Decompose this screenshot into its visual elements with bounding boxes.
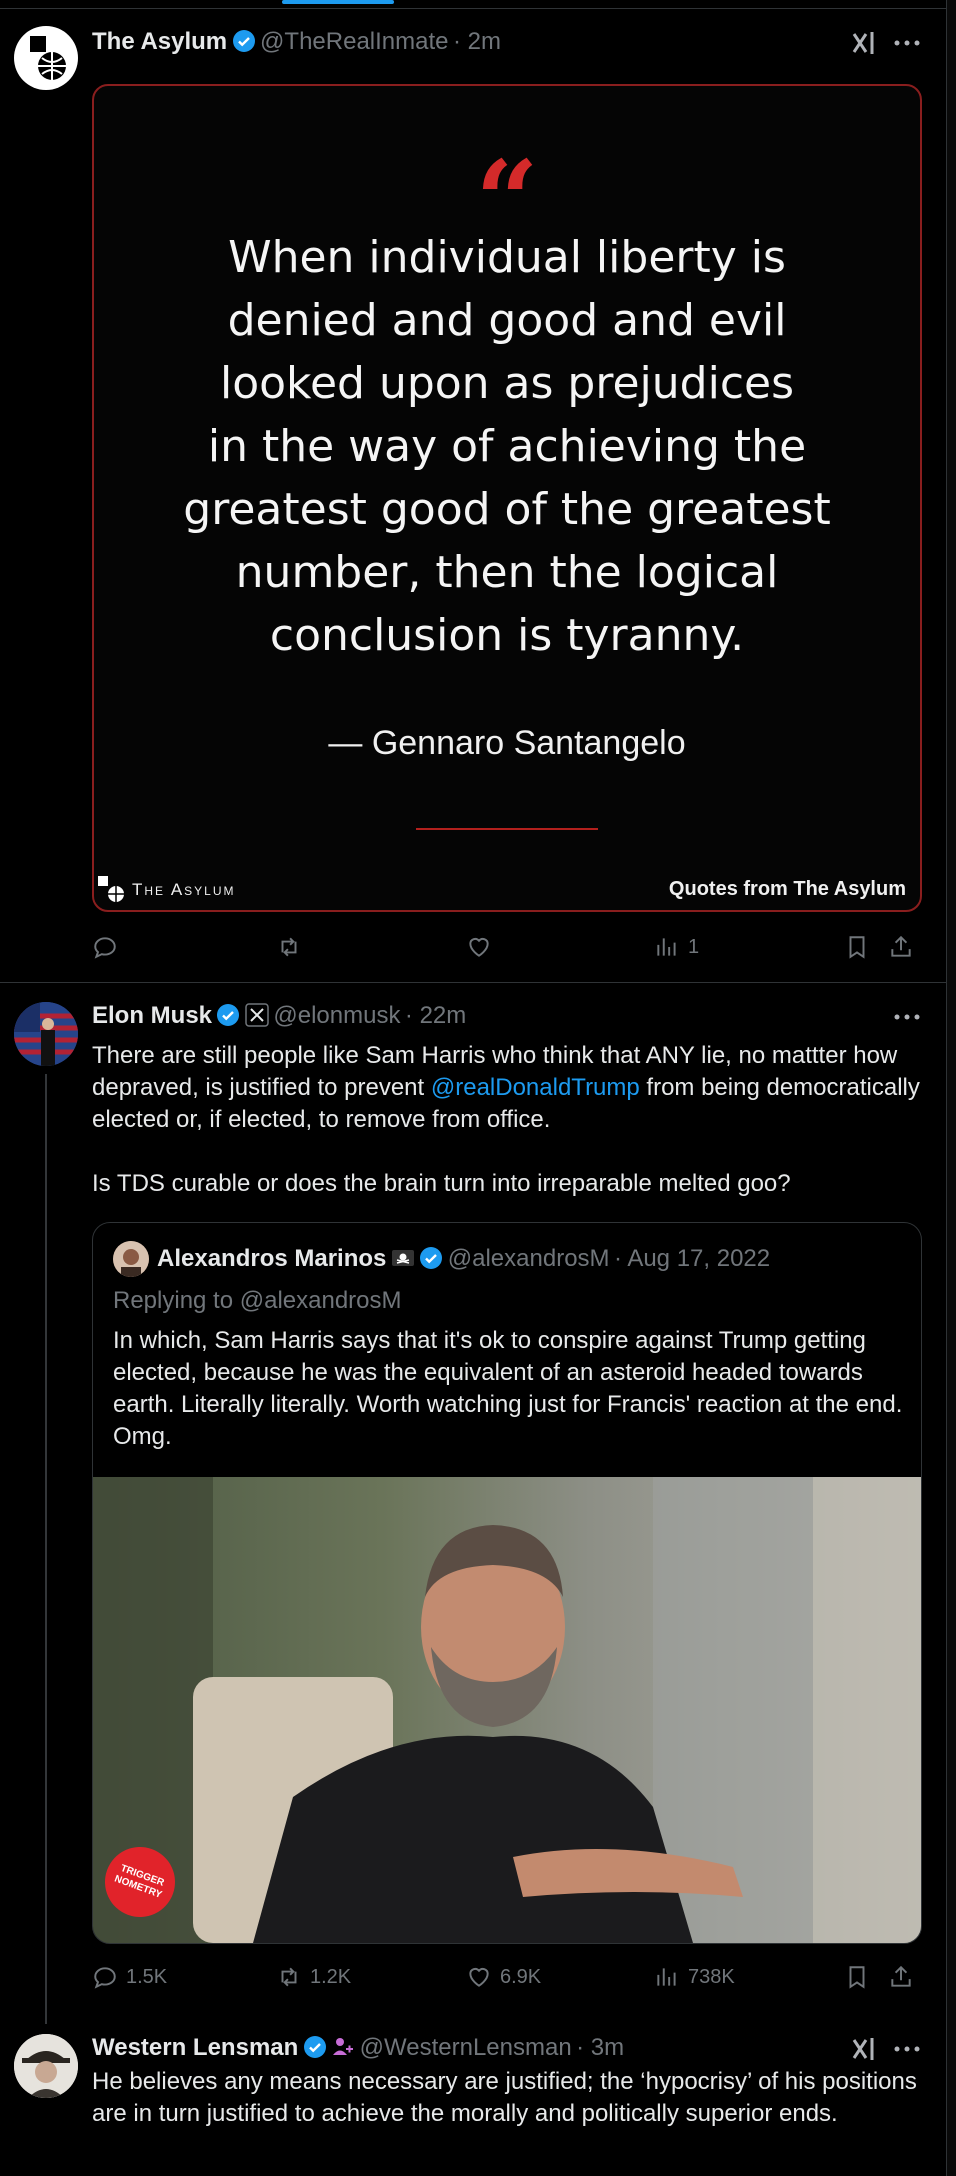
more-options-icon[interactable] — [892, 30, 922, 56]
badge-text: TRIGGER NOMETRY — [112, 1862, 166, 1901]
action-bar: 1 — [92, 934, 922, 964]
author-name[interactable]: The Asylum — [92, 28, 227, 55]
timestamp[interactable]: · 3m — [576, 2034, 624, 2061]
asylum-logo-icon — [30, 36, 66, 80]
tweet-text: He believes any means necessary are just… — [92, 2068, 917, 2127]
reply-icon — [94, 937, 116, 959]
reply-icon — [94, 1967, 116, 1989]
alexandros-avatar-icon — [113, 1241, 149, 1277]
avatar[interactable] — [113, 1241, 149, 1277]
author-handle[interactable]: @WesternLensman — [360, 2034, 572, 2061]
grok-icon[interactable] — [850, 28, 880, 58]
views-button[interactable]: 1 — [654, 934, 699, 960]
views-button[interactable]: 738K — [654, 1964, 735, 1990]
action-bar: 1.5K 1.2K 6.9K 738K — [92, 1964, 922, 1994]
brand-footer: Quotes from The Asylum — [668, 878, 906, 900]
brand-name: The Asylum — [132, 880, 236, 899]
heart-icon — [469, 937, 489, 957]
avatar[interactable] — [14, 26, 78, 90]
quote-text: When individual liberty is denied and go… — [134, 226, 880, 667]
author-name[interactable]: Elon Musk — [92, 1002, 212, 1029]
quote-author: — Gennaro Santangelo — [328, 724, 686, 762]
views-icon — [657, 1968, 676, 1986]
like-count: 6.9K — [500, 1965, 542, 1988]
quoted-author-name: Alexandros Marinos — [157, 1245, 387, 1272]
timestamp[interactable]: · 2m — [453, 28, 501, 55]
avatar[interactable] — [14, 1002, 78, 1066]
bookmark-button[interactable] — [844, 934, 870, 960]
timestamp[interactable]: · 22m — [405, 1002, 466, 1029]
quoted-text: In which, Sam Harris says that it's ok t… — [113, 1327, 903, 1450]
active-tab-indicator — [282, 0, 394, 4]
share-button[interactable] — [888, 1964, 914, 1990]
author-handle[interactable]: @elonmusk — [273, 1002, 400, 1029]
reply-count: 1.5K — [126, 1965, 168, 1988]
bookmark-icon — [849, 1966, 865, 1989]
quote-line: looked upon as prejudices — [219, 358, 795, 409]
verified-badge-icon — [303, 2036, 326, 2058]
x-affiliate-badge-icon — [245, 1003, 269, 1027]
views-count: 738K — [688, 1965, 735, 1988]
reply-button[interactable] — [92, 934, 118, 960]
views-count: 1 — [688, 935, 700, 958]
more-options-icon[interactable] — [892, 1004, 922, 1030]
verified-badge-icon — [217, 1004, 240, 1026]
quote-line: denied and good and evil — [227, 295, 787, 346]
replying-to: Replying to @alexandrosM — [113, 1287, 402, 1314]
tweet-header: The Asylum @TheRealInmate · 2m — [92, 28, 501, 56]
quoted-author-handle: @alexandrosM — [447, 1245, 610, 1272]
quoted-timestamp: · Aug 17, 2022 — [613, 1245, 771, 1272]
quoted-header: Alexandros Marinos @alexandrosM · Aug 17… — [157, 1245, 770, 1273]
video-thumbnail[interactable]: TRIGGER NOMETRY — [93, 1477, 921, 1943]
tweet-text: Is TDS curable or does the brain turn in… — [92, 1170, 791, 1197]
quoted-tweet[interactable]: Alexandros Marinos @alexandrosM · Aug 17… — [92, 1222, 922, 1944]
repost-button[interactable]: 1.2K — [276, 1964, 351, 1990]
author-handle[interactable]: @TheRealInmate — [260, 28, 448, 55]
grok-icon[interactable] — [850, 2034, 880, 2064]
tweet-header: Elon Musk @elonmusk · 22m — [92, 1002, 466, 1030]
author-name[interactable]: Western Lensman — [92, 2034, 298, 2061]
bookmark-button[interactable] — [844, 1964, 870, 1990]
repost-icon — [281, 1967, 297, 1987]
share-icon — [891, 1965, 911, 1987]
people-icon — [333, 2038, 354, 2055]
share-button[interactable] — [888, 934, 914, 960]
like-button[interactable] — [466, 934, 492, 960]
video-still — [93, 1477, 921, 1943]
verified-badge-icon — [232, 30, 255, 52]
western-lensman-avatar-icon — [14, 2034, 78, 2098]
top-tab-bar — [0, 0, 956, 9]
quote-divider — [416, 828, 598, 830]
quote-line: number, then the logical — [235, 547, 779, 598]
heart-icon — [469, 1967, 489, 1987]
more-options-icon[interactable] — [892, 2036, 922, 2062]
thread-line — [45, 1074, 47, 2024]
like-button[interactable]: 6.9K — [466, 1964, 541, 1990]
repost-icon — [281, 937, 297, 957]
repost-button[interactable] — [276, 934, 302, 960]
tweet-header: Western Lensman @WesternLensman · 3m — [92, 2034, 624, 2062]
scrollbar-track[interactable] — [946, 0, 956, 2176]
verified-badge-icon — [420, 1247, 443, 1269]
quote-image[interactable]: “ When individual liberty is denied and … — [92, 84, 922, 912]
quote-line: When individual liberty is — [228, 232, 786, 283]
pirate-flag-icon — [391, 1250, 414, 1266]
quote-line: in the way of achieving the — [207, 421, 807, 472]
views-icon — [657, 938, 676, 956]
bookmark-icon — [849, 936, 865, 959]
quote-line: greatest good of the greatest — [183, 484, 831, 535]
repost-count: 1.2K — [310, 1965, 352, 1988]
mention-link[interactable]: @realDonaldTrump — [431, 1074, 640, 1101]
avatar[interactable] — [14, 2034, 78, 2098]
quote-line: conclusion is tyranny. — [269, 610, 745, 661]
tweet-divider — [0, 982, 946, 983]
reply-button[interactable]: 1.5K — [92, 1964, 167, 1990]
elon-avatar-icon — [14, 1002, 78, 1066]
share-icon — [891, 935, 911, 957]
brand-logo-icon — [96, 874, 126, 904]
tweet-text: There are still people like Sam Harris w… — [92, 1040, 926, 1136]
